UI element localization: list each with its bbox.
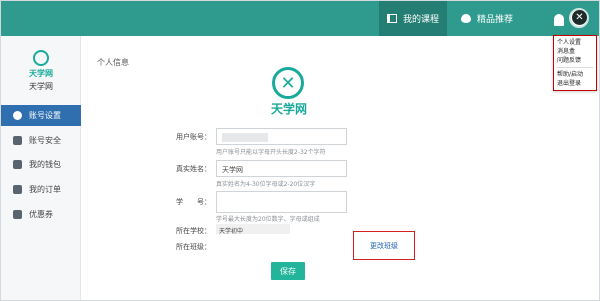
menu-divider: [557, 67, 593, 68]
sidebar-item-label: 账号设置: [29, 111, 61, 120]
shield-icon: [13, 136, 22, 145]
tab-label: 我的课程: [403, 15, 440, 25]
bell-icon[interactable]: [554, 14, 564, 26]
studentno-field[interactable]: [216, 191, 347, 213]
realname-field[interactable]: 天学网: [216, 160, 347, 177]
user-menu-dropdown: 个人设置 消息盒 问题反馈 帮助/启动 退出登录: [553, 35, 597, 91]
sidebar-item-label: 我的订单: [29, 185, 61, 194]
sidebar-item-coupons[interactable]: 优惠券: [1, 204, 81, 225]
save-button[interactable]: 保存: [271, 262, 305, 280]
username-hint: 用户账号只能以字母开头长度2-32个字符: [216, 149, 326, 156]
tab-label: 精品推荐: [477, 15, 514, 25]
logo-icon: [33, 50, 49, 66]
class-label: 所在班级：: [176, 243, 211, 251]
redacted-username: [222, 133, 268, 142]
order-icon: [13, 185, 22, 194]
menu-item-personal-settings[interactable]: 个人设置: [557, 38, 593, 47]
change-class-highlight: 更改班级: [353, 231, 415, 260]
coupon-icon: [13, 210, 22, 219]
brand-logo-icon: ✕: [272, 67, 304, 99]
school-label: 所在学校：: [176, 227, 211, 235]
studentno-label: 学 号：: [176, 198, 211, 206]
menu-item-messages[interactable]: 消息盒: [557, 47, 593, 56]
section-title: 个人信息: [97, 58, 129, 67]
realname-label: 真实姓名：: [176, 165, 211, 173]
username-label: 用户账号：: [176, 133, 211, 141]
sidebar-item-label: 我的钱包: [29, 160, 61, 169]
brand-logo-text: 天学网: [270, 102, 307, 116]
sidebar-item-label: 账号安全: [29, 136, 61, 145]
gear-icon: [13, 111, 22, 120]
menu-item-logout[interactable]: 退出登录: [557, 79, 593, 88]
close-icon[interactable]: ✕: [572, 10, 587, 25]
flame-icon: [461, 14, 471, 23]
menu-item-help[interactable]: 帮助/启动: [557, 70, 593, 79]
book-icon: [387, 14, 397, 23]
username-field[interactable]: [216, 128, 347, 145]
sidebar: 天学网 天学网 账号设置 账号安全 我的钱包 我的订单 优惠券: [1, 36, 81, 300]
sidebar-item-label: 优惠券: [29, 210, 53, 219]
sidebar-item-account-security[interactable]: 账号安全: [1, 130, 81, 151]
school-value: 天学初中: [216, 224, 290, 235]
studentno-hint: 学号最大长度为20位数字、字母或组成: [216, 216, 320, 223]
menu-item-feedback[interactable]: 问题反馈: [557, 56, 593, 65]
app-window: 我的课程 精品推荐 ✕ 个人设置 消息盒 问题反馈 帮助/启动 退出登录 天学网…: [0, 0, 600, 301]
change-class-link[interactable]: 更改班级: [370, 241, 398, 251]
tab-recommended[interactable]: 精品推荐: [453, 1, 521, 36]
sidebar-item-wallet[interactable]: 我的钱包: [1, 154, 81, 175]
realname-hint: 真实姓名为4-30位字母或2-20位汉字: [216, 181, 316, 188]
sidebar-item-orders[interactable]: 我的订单: [1, 179, 81, 200]
wallet-icon: [13, 160, 22, 169]
sidebar-item-account-settings[interactable]: 账号设置: [1, 105, 81, 126]
site-name: 天学网: [29, 82, 53, 91]
top-bar: 我的课程 精品推荐 ✕: [1, 1, 599, 36]
logo-text: 天学网: [29, 69, 53, 78]
tab-my-courses[interactable]: 我的课程: [379, 1, 447, 36]
